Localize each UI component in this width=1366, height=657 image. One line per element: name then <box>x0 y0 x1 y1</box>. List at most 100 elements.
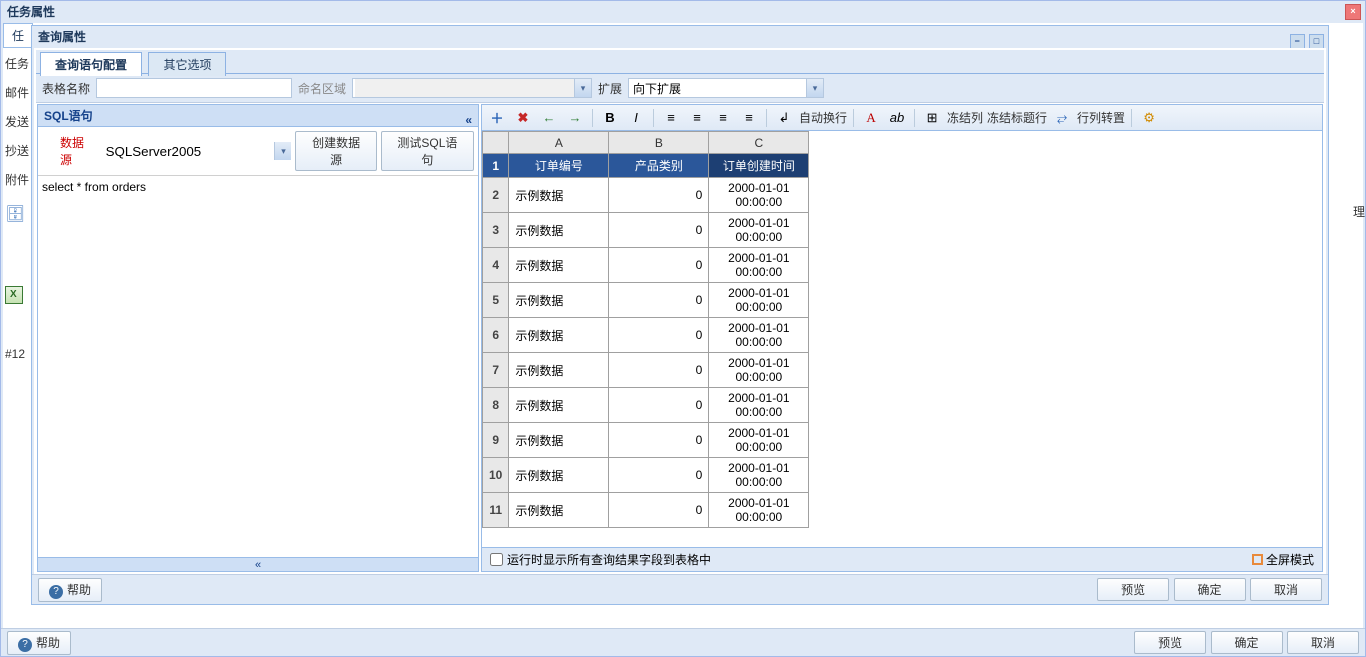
row-header[interactable]: 2 <box>483 178 509 213</box>
wrap-text-icon[interactable]: ↲ <box>773 108 795 128</box>
close-icon[interactable]: × <box>1345 4 1361 20</box>
sql-textarea[interactable]: select * from orders <box>38 176 478 557</box>
outer-help-button[interactable]: ?帮助 <box>7 631 71 655</box>
font-icon[interactable]: A <box>860 108 882 128</box>
transpose-icon[interactable]: ⥂ <box>1051 108 1073 128</box>
chevron-down-icon[interactable]: ▾ <box>574 79 591 97</box>
cell-b[interactable]: 0 <box>609 283 709 318</box>
field-header-c[interactable]: 订单创建时间 <box>709 154 809 178</box>
row-header[interactable]: 7 <box>483 353 509 388</box>
col-header-c[interactable]: C <box>709 132 809 154</box>
cell-a[interactable]: 示例数据 <box>509 493 609 528</box>
expand-combo[interactable]: ▾ <box>628 78 824 98</box>
cell-a[interactable]: 示例数据 <box>509 388 609 423</box>
gear-icon[interactable]: ⚙ <box>1138 108 1160 128</box>
cell-a[interactable]: 示例数据 <box>509 353 609 388</box>
tab-other-options[interactable]: 其它选项 <box>148 52 226 76</box>
inner-ok-button[interactable]: 确定 <box>1174 578 1246 601</box>
cell-c[interactable]: 2000-01-01 00:00:00 <box>709 213 809 248</box>
col-header-b[interactable]: B <box>609 132 709 154</box>
chevron-down-icon[interactable]: ▾ <box>806 79 823 97</box>
named-range-combo[interactable]: ▾ <box>352 78 592 98</box>
cell-c[interactable]: 2000-01-01 00:00:00 <box>709 353 809 388</box>
outer-cancel-button[interactable]: 取消 <box>1287 631 1359 654</box>
row-header-1[interactable]: 1 <box>483 154 509 178</box>
maximize-icon[interactable]: □ <box>1309 34 1324 49</box>
minimize-icon[interactable]: − <box>1290 34 1305 49</box>
cell-b[interactable]: 0 <box>609 178 709 213</box>
cell-a[interactable]: 示例数据 <box>509 283 609 318</box>
datasource-combo[interactable]: ▾ <box>106 142 292 160</box>
outer-ok-button[interactable]: 确定 <box>1211 631 1283 654</box>
row-header[interactable]: 5 <box>483 283 509 318</box>
cell-a[interactable]: 示例数据 <box>509 458 609 493</box>
cell-a[interactable]: 示例数据 <box>509 248 609 283</box>
add-icon[interactable]: ＋ <box>486 108 508 128</box>
cell-b[interactable]: 0 <box>609 318 709 353</box>
field-header-b[interactable]: 产品类别 <box>609 154 709 178</box>
align-center-icon[interactable]: ≡ <box>686 108 708 128</box>
autowrap-label[interactable]: 自动换行 <box>799 109 847 126</box>
grid-scroll[interactable]: A B C 1 订单编号 产品类别 订单创建时间 <box>482 131 1322 571</box>
row-header[interactable]: 11 <box>483 493 509 528</box>
row-header[interactable]: 8 <box>483 388 509 423</box>
inner-preview-button[interactable]: 预览 <box>1097 578 1169 601</box>
fullscreen-label[interactable]: 全屏模式 <box>1266 551 1314 568</box>
delete-icon[interactable]: ✖ <box>512 108 534 128</box>
corner-cell[interactable] <box>483 132 509 154</box>
bold-icon[interactable]: B <box>599 108 621 128</box>
row-header[interactable]: 9 <box>483 423 509 458</box>
cell-c[interactable]: 2000-01-01 00:00:00 <box>709 178 809 213</box>
cell-a[interactable]: 示例数据 <box>509 213 609 248</box>
fullscreen-icon[interactable] <box>1252 554 1263 565</box>
row-header[interactable]: 6 <box>483 318 509 353</box>
cell-c[interactable]: 2000-01-01 00:00:00 <box>709 248 809 283</box>
cell-a[interactable]: 示例数据 <box>509 423 609 458</box>
row-header[interactable]: 10 <box>483 458 509 493</box>
cell-b[interactable]: 0 <box>609 458 709 493</box>
freeze-header-label[interactable]: 冻结标题行 <box>987 109 1047 126</box>
cell-a[interactable]: 示例数据 <box>509 178 609 213</box>
cell-b[interactable]: 0 <box>609 493 709 528</box>
outer-preview-button[interactable]: 预览 <box>1134 631 1206 654</box>
transpose-label[interactable]: 行列转置 <box>1077 109 1125 126</box>
arrow-left-icon[interactable]: ← <box>538 108 560 128</box>
tab-query-config[interactable]: 查询语句配置 <box>40 52 142 76</box>
chevron-down-icon[interactable]: ▾ <box>274 142 291 160</box>
align-justify-icon[interactable]: ≡ <box>738 108 760 128</box>
cell-c[interactable]: 2000-01-01 00:00:00 <box>709 388 809 423</box>
cell-c[interactable]: 2000-01-01 00:00:00 <box>709 423 809 458</box>
create-datasource-button[interactable]: 创建数据源 <box>295 131 376 171</box>
highlight-icon[interactable]: ab <box>886 108 908 128</box>
db-icon[interactable]: 🗄 <box>3 194 31 230</box>
freeze-col-label[interactable]: 冻结列 <box>947 109 983 126</box>
row-header[interactable]: 3 <box>483 213 509 248</box>
row-header[interactable]: 4 <box>483 248 509 283</box>
test-sql-button[interactable]: 测试SQL语句 <box>381 131 474 171</box>
inner-help-button[interactable]: ?帮助 <box>38 578 102 602</box>
cell-b[interactable]: 0 <box>609 423 709 458</box>
freeze-col-icon[interactable]: ⊞ <box>921 108 943 128</box>
align-right-icon[interactable]: ≡ <box>712 108 734 128</box>
xls-icon[interactable] <box>3 230 31 313</box>
arrow-right-icon[interactable]: → <box>564 108 586 128</box>
background-tab[interactable]: 任 <box>3 23 33 48</box>
cell-c[interactable]: 2000-01-01 00:00:00 <box>709 458 809 493</box>
collapse-left-icon[interactable]: « <box>465 109 472 131</box>
cell-c[interactable]: 2000-01-01 00:00:00 <box>709 318 809 353</box>
cell-c[interactable]: 2000-01-01 00:00:00 <box>709 493 809 528</box>
italic-icon[interactable]: I <box>625 108 647 128</box>
cell-a[interactable]: 示例数据 <box>509 318 609 353</box>
align-left-icon[interactable]: ≡ <box>660 108 682 128</box>
cell-b[interactable]: 0 <box>609 213 709 248</box>
table-name-input[interactable] <box>96 78 292 98</box>
cell-b[interactable]: 0 <box>609 388 709 423</box>
cell-c[interactable]: 2000-01-01 00:00:00 <box>709 283 809 318</box>
cell-b[interactable]: 0 <box>609 353 709 388</box>
collapse-bottom-icon[interactable]: « <box>38 557 478 571</box>
field-header-a[interactable]: 订单编号 <box>509 154 609 178</box>
cell-b[interactable]: 0 <box>609 248 709 283</box>
col-header-a[interactable]: A <box>509 132 609 154</box>
show-all-fields-checkbox[interactable] <box>490 553 503 566</box>
inner-cancel-button[interactable]: 取消 <box>1250 578 1322 601</box>
